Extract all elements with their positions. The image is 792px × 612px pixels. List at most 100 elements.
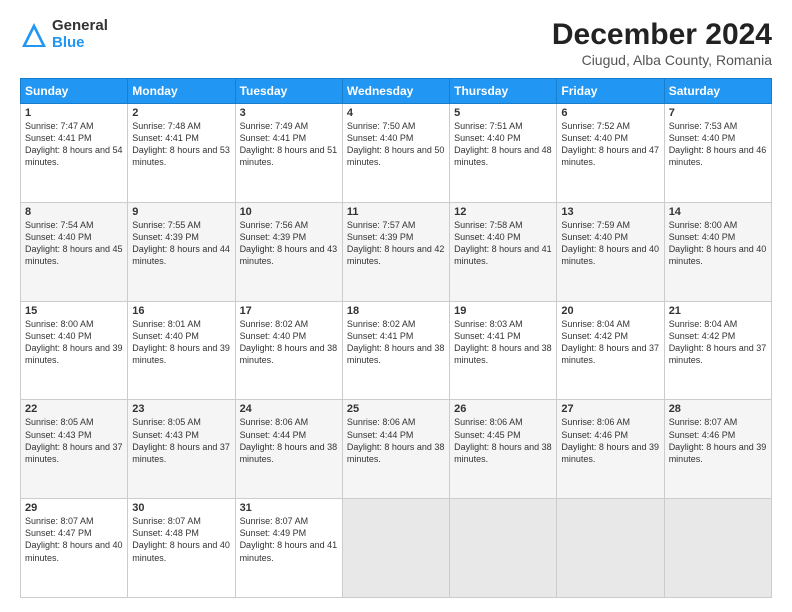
table-row: 3 Sunrise: 7:49 AMSunset: 4:41 PMDayligh… <box>235 104 342 203</box>
table-row: 14 Sunrise: 8:00 AMSunset: 4:40 PMDaylig… <box>664 202 771 301</box>
table-row: 31 Sunrise: 8:07 AMSunset: 4:49 PMDaylig… <box>235 499 342 598</box>
day-number: 18 <box>347 305 445 317</box>
col-friday: Friday <box>557 79 664 104</box>
day-number: 11 <box>347 206 445 218</box>
header: General Blue December 2024 Ciugud, Alba … <box>20 18 772 68</box>
day-number: 20 <box>561 305 659 317</box>
calendar-week-row: 1 Sunrise: 7:47 AMSunset: 4:41 PMDayligh… <box>21 104 772 203</box>
logo-line1: General <box>52 18 108 35</box>
cell-info: Sunrise: 7:47 AMSunset: 4:41 PMDaylight:… <box>25 121 123 167</box>
day-number: 30 <box>132 502 230 514</box>
cell-info: Sunrise: 7:49 AMSunset: 4:41 PMDaylight:… <box>240 121 338 167</box>
cell-info: Sunrise: 7:58 AMSunset: 4:40 PMDaylight:… <box>454 220 552 266</box>
table-row: 28 Sunrise: 8:07 AMSunset: 4:46 PMDaylig… <box>664 400 771 499</box>
day-number: 29 <box>25 502 123 514</box>
table-row: 20 Sunrise: 8:04 AMSunset: 4:42 PMDaylig… <box>557 301 664 400</box>
day-number: 2 <box>132 107 230 119</box>
table-row: 10 Sunrise: 7:56 AMSunset: 4:39 PMDaylig… <box>235 202 342 301</box>
day-number: 12 <box>454 206 552 218</box>
col-sunday: Sunday <box>21 79 128 104</box>
cell-info: Sunrise: 8:02 AMSunset: 4:41 PMDaylight:… <box>347 319 445 365</box>
table-row: 29 Sunrise: 8:07 AMSunset: 4:47 PMDaylig… <box>21 499 128 598</box>
day-number: 5 <box>454 107 552 119</box>
table-row: 25 Sunrise: 8:06 AMSunset: 4:44 PMDaylig… <box>342 400 449 499</box>
col-wednesday: Wednesday <box>342 79 449 104</box>
day-number: 19 <box>454 305 552 317</box>
table-row <box>664 499 771 598</box>
table-row <box>342 499 449 598</box>
cell-info: Sunrise: 8:06 AMSunset: 4:46 PMDaylight:… <box>561 417 659 463</box>
day-number: 25 <box>347 403 445 415</box>
day-number: 1 <box>25 107 123 119</box>
cell-info: Sunrise: 7:53 AMSunset: 4:40 PMDaylight:… <box>669 121 767 167</box>
day-number: 22 <box>25 403 123 415</box>
table-row: 11 Sunrise: 7:57 AMSunset: 4:39 PMDaylig… <box>342 202 449 301</box>
table-row: 19 Sunrise: 8:03 AMSunset: 4:41 PMDaylig… <box>450 301 557 400</box>
calendar-week-row: 29 Sunrise: 8:07 AMSunset: 4:47 PMDaylig… <box>21 499 772 598</box>
day-number: 28 <box>669 403 767 415</box>
table-row: 30 Sunrise: 8:07 AMSunset: 4:48 PMDaylig… <box>128 499 235 598</box>
day-number: 14 <box>669 206 767 218</box>
cell-info: Sunrise: 8:00 AMSunset: 4:40 PMDaylight:… <box>25 319 123 365</box>
col-thursday: Thursday <box>450 79 557 104</box>
cell-info: Sunrise: 8:06 AMSunset: 4:44 PMDaylight:… <box>347 417 445 463</box>
table-row <box>557 499 664 598</box>
table-row: 17 Sunrise: 8:02 AMSunset: 4:40 PMDaylig… <box>235 301 342 400</box>
calendar-subtitle: Ciugud, Alba County, Romania <box>552 52 772 68</box>
cell-info: Sunrise: 8:06 AMSunset: 4:44 PMDaylight:… <box>240 417 338 463</box>
table-row: 6 Sunrise: 7:52 AMSunset: 4:40 PMDayligh… <box>557 104 664 203</box>
table-row: 24 Sunrise: 8:06 AMSunset: 4:44 PMDaylig… <box>235 400 342 499</box>
calendar-title: December 2024 <box>552 18 772 52</box>
day-number: 21 <box>669 305 767 317</box>
calendar-week-row: 15 Sunrise: 8:00 AMSunset: 4:40 PMDaylig… <box>21 301 772 400</box>
logo-text: General Blue <box>52 18 108 51</box>
table-row: 15 Sunrise: 8:00 AMSunset: 4:40 PMDaylig… <box>21 301 128 400</box>
cell-info: Sunrise: 8:07 AMSunset: 4:49 PMDaylight:… <box>240 516 338 562</box>
cell-info: Sunrise: 8:01 AMSunset: 4:40 PMDaylight:… <box>132 319 230 365</box>
table-row: 1 Sunrise: 7:47 AMSunset: 4:41 PMDayligh… <box>21 104 128 203</box>
col-tuesday: Tuesday <box>235 79 342 104</box>
table-row: 26 Sunrise: 8:06 AMSunset: 4:45 PMDaylig… <box>450 400 557 499</box>
day-number: 15 <box>25 305 123 317</box>
cell-info: Sunrise: 7:51 AMSunset: 4:40 PMDaylight:… <box>454 121 552 167</box>
table-row: 21 Sunrise: 8:04 AMSunset: 4:42 PMDaylig… <box>664 301 771 400</box>
day-number: 17 <box>240 305 338 317</box>
table-row: 12 Sunrise: 7:58 AMSunset: 4:40 PMDaylig… <box>450 202 557 301</box>
table-row: 22 Sunrise: 8:05 AMSunset: 4:43 PMDaylig… <box>21 400 128 499</box>
logo: General Blue <box>20 18 108 51</box>
cell-info: Sunrise: 8:04 AMSunset: 4:42 PMDaylight:… <box>669 319 767 365</box>
calendar-week-row: 22 Sunrise: 8:05 AMSunset: 4:43 PMDaylig… <box>21 400 772 499</box>
day-number: 24 <box>240 403 338 415</box>
day-number: 13 <box>561 206 659 218</box>
cell-info: Sunrise: 8:06 AMSunset: 4:45 PMDaylight:… <box>454 417 552 463</box>
col-monday: Monday <box>128 79 235 104</box>
cell-info: Sunrise: 8:03 AMSunset: 4:41 PMDaylight:… <box>454 319 552 365</box>
day-number: 9 <box>132 206 230 218</box>
day-number: 4 <box>347 107 445 119</box>
cell-info: Sunrise: 7:55 AMSunset: 4:39 PMDaylight:… <box>132 220 230 266</box>
table-row: 23 Sunrise: 8:05 AMSunset: 4:43 PMDaylig… <box>128 400 235 499</box>
title-block: December 2024 Ciugud, Alba County, Roman… <box>552 18 772 68</box>
table-row: 5 Sunrise: 7:51 AMSunset: 4:40 PMDayligh… <box>450 104 557 203</box>
cell-info: Sunrise: 7:52 AMSunset: 4:40 PMDaylight:… <box>561 121 659 167</box>
cell-info: Sunrise: 7:48 AMSunset: 4:41 PMDaylight:… <box>132 121 230 167</box>
cell-info: Sunrise: 8:04 AMSunset: 4:42 PMDaylight:… <box>561 319 659 365</box>
cell-info: Sunrise: 8:07 AMSunset: 4:48 PMDaylight:… <box>132 516 230 562</box>
table-row: 8 Sunrise: 7:54 AMSunset: 4:40 PMDayligh… <box>21 202 128 301</box>
calendar-header-row: Sunday Monday Tuesday Wednesday Thursday… <box>21 79 772 104</box>
cell-info: Sunrise: 8:05 AMSunset: 4:43 PMDaylight:… <box>25 417 123 463</box>
cell-info: Sunrise: 7:54 AMSunset: 4:40 PMDaylight:… <box>25 220 123 266</box>
table-row: 7 Sunrise: 7:53 AMSunset: 4:40 PMDayligh… <box>664 104 771 203</box>
day-number: 10 <box>240 206 338 218</box>
day-number: 8 <box>25 206 123 218</box>
cell-info: Sunrise: 7:50 AMSunset: 4:40 PMDaylight:… <box>347 121 445 167</box>
col-saturday: Saturday <box>664 79 771 104</box>
day-number: 26 <box>454 403 552 415</box>
cell-info: Sunrise: 8:02 AMSunset: 4:40 PMDaylight:… <box>240 319 338 365</box>
day-number: 3 <box>240 107 338 119</box>
cell-info: Sunrise: 7:57 AMSunset: 4:39 PMDaylight:… <box>347 220 445 266</box>
table-row: 18 Sunrise: 8:02 AMSunset: 4:41 PMDaylig… <box>342 301 449 400</box>
table-row: 16 Sunrise: 8:01 AMSunset: 4:40 PMDaylig… <box>128 301 235 400</box>
cell-info: Sunrise: 8:05 AMSunset: 4:43 PMDaylight:… <box>132 417 230 463</box>
table-row: 9 Sunrise: 7:55 AMSunset: 4:39 PMDayligh… <box>128 202 235 301</box>
